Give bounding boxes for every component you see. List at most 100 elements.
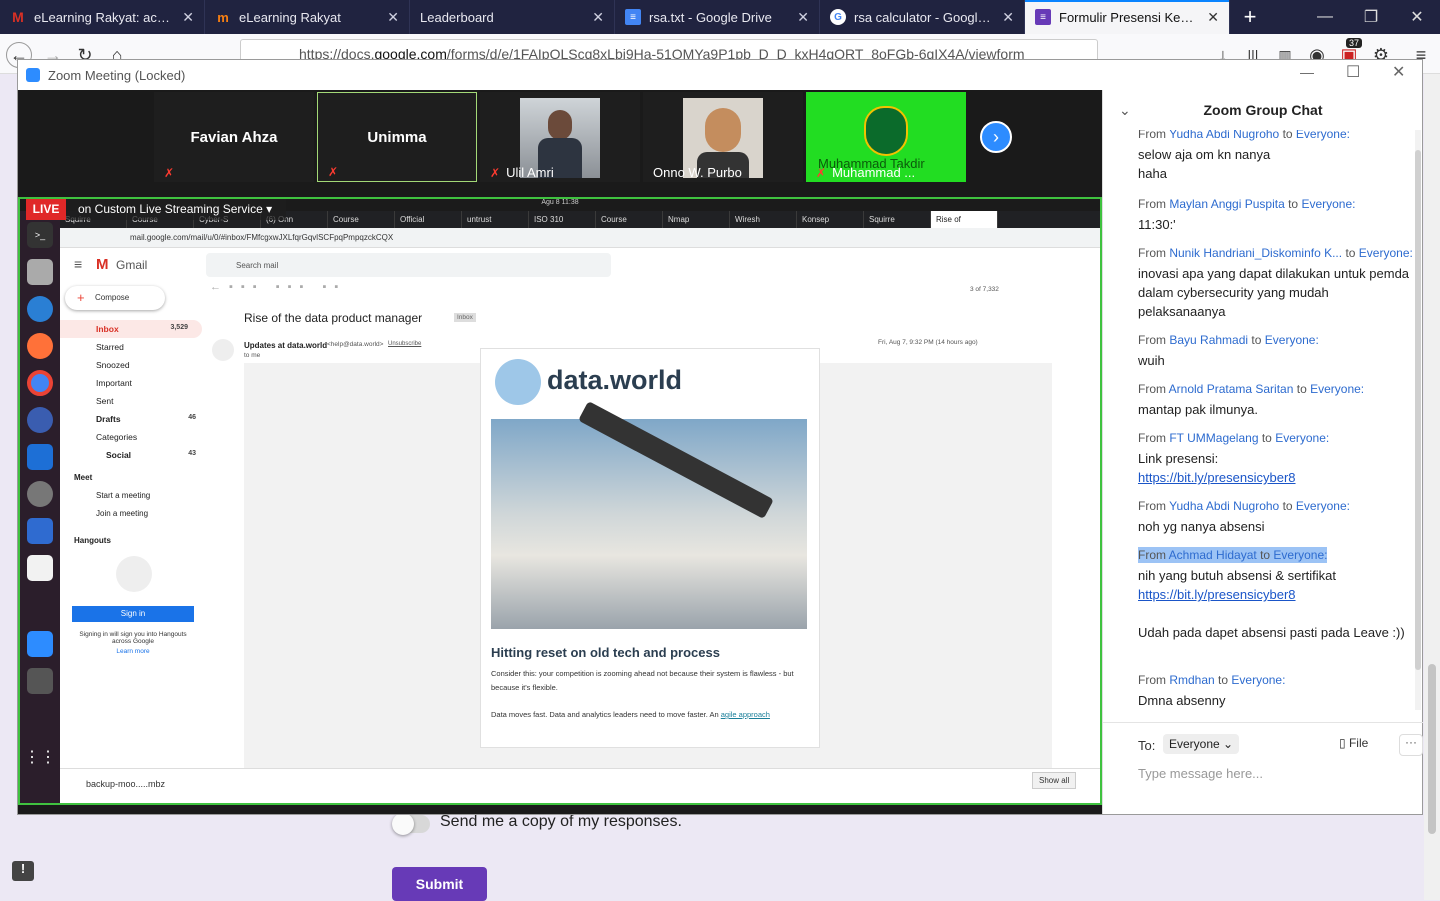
presensi-link[interactable]: https://bit.ly/presensicyber8 [1138, 470, 1296, 485]
live-badge[interactable]: LIVE [26, 199, 66, 220]
gmail-icon: M [12, 9, 24, 25]
new-tab-button[interactable]: + [1230, 0, 1270, 34]
apps-grid-icon: ⋮⋮ [24, 749, 56, 766]
participant-tile[interactable]: Muhammad Takdir ✗ Muhammad ... [806, 92, 966, 182]
nav-important: Important [96, 378, 132, 388]
minimize-icon[interactable]: — [1300, 64, 1314, 80]
next-participants-icon[interactable]: › [980, 121, 1012, 153]
file-button[interactable]: ▯ File [1339, 736, 1368, 750]
close-icon[interactable]: ✕ [1002, 9, 1014, 26]
firefox-icon [27, 333, 53, 359]
dropdown-icon: ▾ [266, 202, 273, 216]
chrome-icon [27, 370, 53, 396]
participant-tile[interactable]: ✗ Ulil Amri [480, 92, 640, 182]
chat-messages: From Yudha Abdi Nugroho to Everyone: selo… [1103, 130, 1423, 715]
chat-message-input[interactable]: Type message here... [1138, 766, 1408, 788]
compose-button: + Compose [65, 286, 165, 310]
mic-muted-icon: ✗ [816, 166, 827, 180]
browser-tab-bar: MeLearning Rakyat: account ✕ m eLearning R… [0, 0, 1440, 34]
moodle-icon: m [217, 9, 229, 25]
monitor-icon [27, 444, 53, 470]
form-area: Send me a copy of my responses. Submit ! [0, 813, 1424, 901]
mic-muted-icon: ✗ [490, 166, 501, 180]
presensi-link[interactable]: https://bit.ly/presensicyber8 [1138, 587, 1296, 602]
copy-toggle[interactable] [392, 813, 430, 835]
tab-rsa-drive[interactable]: ≡ rsa.txt - Google Drive ✕ [615, 0, 820, 34]
chevron-down-icon: ⌄ [1223, 737, 1234, 751]
tab-elearning-rakyat[interactable]: m eLearning Rakyat ✕ [205, 0, 410, 34]
live-service-label[interactable]: on Custom Live Streaming Service ▾ [66, 199, 286, 220]
nav-social: Social 43 [106, 450, 196, 460]
terminal-icon: >_ [27, 222, 53, 248]
page-scrollbar[interactable] [1424, 74, 1440, 900]
airplane-image [491, 400, 807, 629]
restore-icon[interactable]: ❐ [1348, 0, 1394, 34]
sender-avatar [212, 339, 234, 361]
docs-icon: ≡ [625, 9, 641, 25]
gmail-logo-icon: M [96, 256, 109, 273]
remote-dock: >_ ⋮⋮ [20, 211, 60, 803]
close-window-icon[interactable]: ✕ [1394, 0, 1440, 34]
copy-label: Send me a copy of my responses. [440, 813, 682, 830]
chat-title: Zoom Group Chat [1203, 102, 1323, 118]
gmail-nav: Inbox 3,529 Starred Snoozed Important Sen… [60, 320, 210, 464]
close-icon[interactable]: ✕ [182, 9, 194, 26]
nav-snoozed: Snoozed [96, 360, 130, 370]
chat-message: From Nunik Handriani_Diskominfo K... to … [1138, 246, 1413, 319]
email-card: data.world Hitting reset on old tech and… [480, 348, 820, 748]
tab-formulir-presensi[interactable]: ≡Formulir Presensi Kehadiran✕ [1025, 0, 1230, 34]
participant-tile[interactable]: Favian Ahza ✗ [154, 92, 314, 182]
shared-screen: Agu 8 11:38 >_ ⋮⋮ Squirre Course [18, 197, 1102, 805]
zoom-app-icon [27, 631, 53, 657]
nav-sent: Sent [96, 396, 114, 406]
submit-button[interactable]: Submit [392, 867, 487, 901]
gmail-sidebar: ≡ M Gmail + Compose Inbox 3,529 Starred Sn… [60, 248, 210, 768]
hangouts-icon [116, 556, 152, 592]
chat-message: From Bayu Rahmadi to Everyone: wuih [1138, 333, 1319, 368]
nav-drafts: Drafts 46 [96, 414, 196, 424]
close-icon[interactable]: ✕ [1392, 62, 1405, 82]
remote-chrome-window: Squirre Course Cyber-S (6) Onn Course Of… [60, 211, 1100, 803]
download-bar: backup-moo.....mbz Show all [60, 768, 1100, 803]
close-icon[interactable]: ✕ [797, 9, 809, 26]
chat-message: From FT UMMagelang to Everyone: Link pres… [1138, 431, 1330, 485]
maximize-icon[interactable]: ☐ [1346, 62, 1360, 82]
regional-emblem-icon [864, 106, 908, 156]
google-icon: G [830, 9, 846, 25]
zoom-icon [26, 68, 40, 82]
plus-icon: + [77, 290, 85, 305]
participant-tile-active[interactable]: Unimma ✗ [317, 92, 477, 182]
writer-icon [27, 518, 53, 544]
toggle-knob [392, 813, 414, 835]
chat-scrollbar[interactable] [1415, 130, 1421, 710]
chat-message: From Maylan Anggi Puspita to Everyone: 11… [1138, 197, 1356, 232]
close-icon[interactable]: ✕ [1207, 9, 1219, 26]
mic-muted-icon: ✗ [164, 166, 175, 180]
text-editor-icon [27, 555, 53, 581]
zoom-window: Zoom Meeting (Locked) — ☐ ✕ Favian Ahza … [17, 59, 1423, 815]
mic-muted-icon: ✗ [328, 165, 339, 179]
more-options-icon[interactable]: ··· [1399, 734, 1423, 756]
participant-tile[interactable]: Onno W. Purbo [643, 92, 803, 182]
nav-categories: Categories [96, 432, 138, 442]
nav-inbox: Inbox 3,529 [60, 320, 202, 338]
chat-message: From Yudha Abdi Nugroho to Everyone: noh … [1138, 499, 1350, 534]
feedback-icon[interactable]: ! [12, 861, 34, 881]
minimize-icon[interactable]: — [1302, 0, 1348, 34]
recipient-dropdown[interactable]: Everyone ⌄ [1163, 734, 1240, 754]
gmail-toolbar: ←▪▪▪ ▪▪▪ ▪▪ [210, 281, 347, 293]
close-icon[interactable]: ✕ [387, 9, 399, 26]
chat-message: From Arnold Pratama Saritan to Everyone:… [1138, 382, 1365, 417]
tab-elearning-account[interactable]: MeLearning Rakyat: account ✕ [0, 0, 205, 34]
scrollbar-thumb[interactable] [1428, 664, 1436, 834]
close-icon[interactable]: ✕ [592, 9, 604, 26]
tab-rsa-calculator[interactable]: Grsa calculator - Google Sea✕ [820, 0, 1025, 34]
files-icon [27, 259, 53, 285]
chat-message: From Rmdhan to Everyone: Dmna absenny [1138, 673, 1286, 708]
tab-leaderboard[interactable]: Leaderboard ✕ [410, 0, 615, 34]
mail-icon [27, 296, 53, 322]
nav-starred: Starred [96, 342, 124, 352]
zoom-title-bar: Zoom Meeting (Locked) — ☐ ✕ [18, 60, 1422, 90]
chat-message: From Achmad Hidayat to Everyone: nih yang… [1138, 547, 1405, 640]
chat-panel: ⌄ Zoom Group Chat From Yudha Abdi Nugroh… [1102, 90, 1423, 814]
